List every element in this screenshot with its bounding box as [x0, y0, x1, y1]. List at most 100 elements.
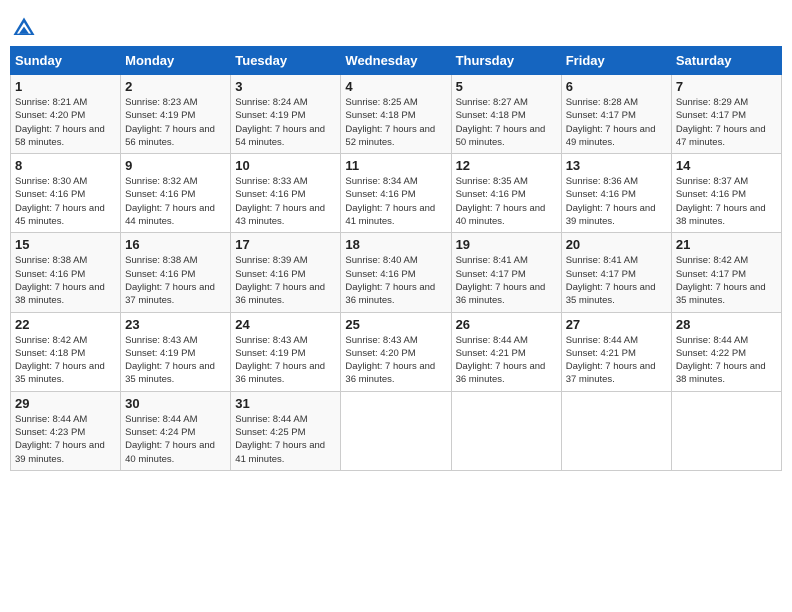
empty-cell — [451, 391, 561, 470]
day-number: 25 — [345, 317, 446, 332]
day-number: 15 — [15, 237, 116, 252]
calendar-day-cell: 7 Sunrise: 8:29 AMSunset: 4:17 PMDaylight… — [671, 75, 781, 154]
day-number: 29 — [15, 396, 116, 411]
day-info: Sunrise: 8:29 AMSunset: 4:17 PMDaylight:… — [676, 96, 777, 149]
day-of-week-header: Thursday — [451, 47, 561, 75]
calendar-week-row: 22 Sunrise: 8:42 AMSunset: 4:18 PMDayligh… — [11, 312, 782, 391]
calendar-day-cell: 4Sunrise: 8:25 AMSunset: 4:18 PMDaylight… — [341, 75, 451, 154]
calendar-day-cell: 18 Sunrise: 8:40 AMSunset: 4:16 PMDayligh… — [341, 233, 451, 312]
calendar-day-cell: 11 Sunrise: 8:34 AMSunset: 4:16 PMDayligh… — [341, 154, 451, 233]
day-number: 10 — [235, 158, 336, 173]
day-number: 5 — [456, 79, 557, 94]
empty-cell — [671, 391, 781, 470]
calendar-day-cell: 19 Sunrise: 8:41 AMSunset: 4:17 PMDayligh… — [451, 233, 561, 312]
calendar-day-cell: 24Sunrise: 8:43 AMSunset: 4:19 PMDayligh… — [231, 312, 341, 391]
day-number: 30 — [125, 396, 226, 411]
calendar-day-cell: 17 Sunrise: 8:39 AMSunset: 4:16 PMDayligh… — [231, 233, 341, 312]
calendar-day-cell: 29 Sunrise: 8:44 AMSunset: 4:23 PMDayligh… — [11, 391, 121, 470]
day-number: 28 — [676, 317, 777, 332]
day-number: 4 — [345, 79, 446, 94]
calendar-day-cell: 25 Sunrise: 8:43 AMSunset: 4:20 PMDayligh… — [341, 312, 451, 391]
day-number: 22 — [15, 317, 116, 332]
day-info: Sunrise: 8:44 AMSunset: 4:25 PMDaylight:… — [235, 413, 336, 466]
calendar-day-cell: 22 Sunrise: 8:42 AMSunset: 4:18 PMDayligh… — [11, 312, 121, 391]
day-info: Sunrise: 8:44 AMSunset: 4:21 PMDaylight:… — [456, 334, 557, 387]
day-info: Sunrise: 8:30 AMSunset: 4:16 PMDaylight:… — [15, 175, 116, 228]
day-of-week-header: Friday — [561, 47, 671, 75]
calendar-day-cell: 28 Sunrise: 8:44 AMSunset: 4:22 PMDayligh… — [671, 312, 781, 391]
calendar-week-row: 1 Sunrise: 8:21 AMSunset: 4:20 PMDaylight… — [11, 75, 782, 154]
calendar-day-cell: 8 Sunrise: 8:30 AMSunset: 4:16 PMDaylight… — [11, 154, 121, 233]
calendar-day-cell: 26Sunrise: 8:44 AMSunset: 4:21 PMDayligh… — [451, 312, 561, 391]
day-of-week-header: Wednesday — [341, 47, 451, 75]
calendar-day-cell: 23 Sunrise: 8:43 AMSunset: 4:19 PMDayligh… — [121, 312, 231, 391]
calendar-day-cell: 9 Sunrise: 8:32 AMSunset: 4:16 PMDaylight… — [121, 154, 231, 233]
day-number: 12 — [456, 158, 557, 173]
day-info: Sunrise: 8:44 AMSunset: 4:22 PMDaylight:… — [676, 334, 777, 387]
day-info: Sunrise: 8:34 AMSunset: 4:16 PMDaylight:… — [345, 175, 446, 228]
day-info: Sunrise: 8:44 AMSunset: 4:23 PMDaylight:… — [15, 413, 116, 466]
calendar-day-cell: 15 Sunrise: 8:38 AMSunset: 4:16 PMDayligh… — [11, 233, 121, 312]
calendar-table: SundayMondayTuesdayWednesdayThursdayFrid… — [10, 46, 782, 471]
calendar-week-row: 29 Sunrise: 8:44 AMSunset: 4:23 PMDayligh… — [11, 391, 782, 470]
day-info: Sunrise: 8:41 AMSunset: 4:17 PMDaylight:… — [566, 254, 667, 307]
day-info: Sunrise: 8:27 AMSunset: 4:18 PMDaylight:… — [456, 96, 557, 149]
day-of-week-header: Sunday — [11, 47, 121, 75]
day-info: Sunrise: 8:42 AMSunset: 4:17 PMDaylight:… — [676, 254, 777, 307]
day-number: 6 — [566, 79, 667, 94]
day-number: 21 — [676, 237, 777, 252]
day-number: 13 — [566, 158, 667, 173]
calendar-day-cell: 16Sunrise: 8:38 AMSunset: 4:16 PMDayligh… — [121, 233, 231, 312]
day-of-week-header: Tuesday — [231, 47, 341, 75]
day-header-row: SundayMondayTuesdayWednesdayThursdayFrid… — [11, 47, 782, 75]
day-number: 9 — [125, 158, 226, 173]
day-info: Sunrise: 8:24 AMSunset: 4:19 PMDaylight:… — [235, 96, 336, 149]
day-number: 23 — [125, 317, 226, 332]
calendar-day-cell: 5 Sunrise: 8:27 AMSunset: 4:18 PMDaylight… — [451, 75, 561, 154]
calendar-day-cell: 10 Sunrise: 8:33 AMSunset: 4:16 PMDayligh… — [231, 154, 341, 233]
calendar-day-cell: 20Sunrise: 8:41 AMSunset: 4:17 PMDayligh… — [561, 233, 671, 312]
day-number: 8 — [15, 158, 116, 173]
empty-cell — [561, 391, 671, 470]
calendar-day-cell: 30Sunrise: 8:44 AMSunset: 4:24 PMDayligh… — [121, 391, 231, 470]
calendar-header: SundayMondayTuesdayWednesdayThursdayFrid… — [11, 47, 782, 75]
day-number: 19 — [456, 237, 557, 252]
day-number: 2 — [125, 79, 226, 94]
day-number: 31 — [235, 396, 336, 411]
day-info: Sunrise: 8:32 AMSunset: 4:16 PMDaylight:… — [125, 175, 226, 228]
day-number: 27 — [566, 317, 667, 332]
day-number: 1 — [15, 79, 116, 94]
logo — [10, 14, 42, 42]
day-number: 7 — [676, 79, 777, 94]
day-info: Sunrise: 8:38 AMSunset: 4:16 PMDaylight:… — [15, 254, 116, 307]
day-number: 18 — [345, 237, 446, 252]
logo-icon — [10, 14, 38, 42]
calendar-day-cell: 31 Sunrise: 8:44 AMSunset: 4:25 PMDayligh… — [231, 391, 341, 470]
calendar-week-row: 8 Sunrise: 8:30 AMSunset: 4:16 PMDaylight… — [11, 154, 782, 233]
calendar-day-cell: 3 Sunrise: 8:24 AMSunset: 4:19 PMDaylight… — [231, 75, 341, 154]
calendar-day-cell: 12 Sunrise: 8:35 AMSunset: 4:16 PMDayligh… — [451, 154, 561, 233]
day-number: 17 — [235, 237, 336, 252]
day-number: 11 — [345, 158, 446, 173]
day-info: Sunrise: 8:21 AMSunset: 4:20 PMDaylight:… — [15, 96, 116, 149]
calendar-day-cell: 21 Sunrise: 8:42 AMSunset: 4:17 PMDayligh… — [671, 233, 781, 312]
day-number: 14 — [676, 158, 777, 173]
day-info: Sunrise: 8:28 AMSunset: 4:17 PMDaylight:… — [566, 96, 667, 149]
day-info: Sunrise: 8:43 AMSunset: 4:20 PMDaylight:… — [345, 334, 446, 387]
calendar-day-cell: 2 Sunrise: 8:23 AMSunset: 4:19 PMDaylight… — [121, 75, 231, 154]
day-number: 24 — [235, 317, 336, 332]
day-info: Sunrise: 8:43 AMSunset: 4:19 PMDaylight:… — [125, 334, 226, 387]
day-info: Sunrise: 8:23 AMSunset: 4:19 PMDaylight:… — [125, 96, 226, 149]
day-info: Sunrise: 8:37 AMSunset: 4:16 PMDaylight:… — [676, 175, 777, 228]
calendar-day-cell: 27Sunrise: 8:44 AMSunset: 4:21 PMDayligh… — [561, 312, 671, 391]
day-info: Sunrise: 8:40 AMSunset: 4:16 PMDaylight:… — [345, 254, 446, 307]
day-info: Sunrise: 8:35 AMSunset: 4:16 PMDaylight:… — [456, 175, 557, 228]
day-info: Sunrise: 8:39 AMSunset: 4:16 PMDaylight:… — [235, 254, 336, 307]
day-info: Sunrise: 8:38 AMSunset: 4:16 PMDaylight:… — [125, 254, 226, 307]
calendar-day-cell: 6 Sunrise: 8:28 AMSunset: 4:17 PMDaylight… — [561, 75, 671, 154]
day-info: Sunrise: 8:33 AMSunset: 4:16 PMDaylight:… — [235, 175, 336, 228]
day-info: Sunrise: 8:42 AMSunset: 4:18 PMDaylight:… — [15, 334, 116, 387]
day-info: Sunrise: 8:41 AMSunset: 4:17 PMDaylight:… — [456, 254, 557, 307]
calendar-day-cell: 14 Sunrise: 8:37 AMSunset: 4:16 PMDayligh… — [671, 154, 781, 233]
day-number: 3 — [235, 79, 336, 94]
